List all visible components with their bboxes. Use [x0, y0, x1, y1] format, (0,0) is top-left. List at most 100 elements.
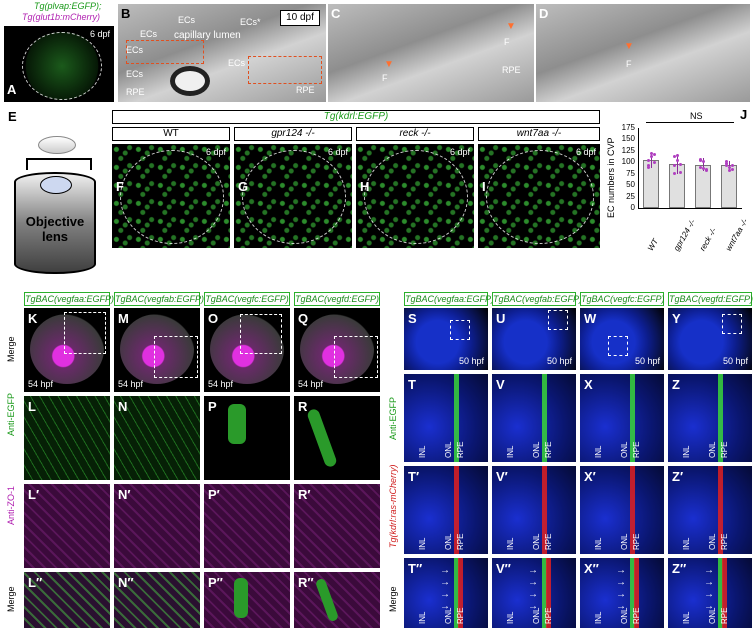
y-tick-label: 100: [621, 157, 635, 167]
panel-R-prime: R′: [294, 484, 380, 568]
panel-label: V: [496, 377, 505, 392]
panel-V′: V′ INL ONL RPE: [492, 466, 576, 554]
panel-label: V″: [496, 561, 511, 576]
panel-label: X′: [584, 469, 596, 484]
arrow-icon: →: [616, 589, 626, 600]
right-header: TgBAC(vegfab:EGFP): [492, 292, 583, 306]
panel-S: S 50 hpf: [404, 308, 488, 370]
arrow-icon: →: [528, 577, 538, 588]
layer-label: INL: [418, 445, 427, 458]
y-axis-label: EC numbers in CVP: [606, 137, 616, 218]
category-label: WT: [646, 237, 661, 252]
row-side-label: Anti-ZO-1: [6, 485, 16, 525]
ecs-label: ECs: [126, 69, 144, 79]
panel-label: Y: [672, 311, 681, 326]
stage-label: 54 hpf: [118, 379, 144, 389]
layer-label: RPE: [632, 533, 641, 550]
left-header: TgBAC(vegfab:EGFP): [114, 292, 205, 306]
arrow-icon: ▼: [506, 21, 516, 32]
category-label: reck -/-: [698, 226, 719, 252]
panel-label: T: [408, 377, 416, 392]
arrow-icon: →: [616, 601, 626, 612]
panel-G: G 6 dpf: [234, 144, 352, 248]
stage-label: 6 dpf: [89, 29, 110, 39]
layer-label: INL: [682, 445, 691, 458]
panel-label: O: [208, 311, 219, 326]
layer-label: ONL: [444, 533, 453, 550]
layer-label: INL: [506, 445, 515, 458]
panel-label: R″: [298, 575, 314, 590]
panel-label: G: [238, 179, 249, 194]
ecs-label: ECs*: [240, 17, 261, 27]
layer-label: RPE: [720, 441, 729, 458]
layer-label: INL: [506, 537, 515, 550]
panel-L-double-prime: L″: [24, 572, 110, 628]
panel-Q: Q 54 hpf: [294, 308, 380, 392]
panel-L: L: [24, 396, 110, 480]
stage-label: 50 hpf: [458, 356, 484, 366]
stage-label: 6 dpf: [327, 147, 348, 157]
panel-P: P: [204, 396, 290, 480]
layer-label: RPE: [720, 533, 729, 550]
panel-P-double-prime: P″: [204, 572, 290, 628]
panel-label: V′: [496, 469, 508, 484]
arrow-icon: →: [440, 577, 450, 588]
y-axis: [638, 128, 639, 208]
panel-label: Q: [298, 311, 309, 326]
layer-label: RPE: [456, 607, 465, 624]
panel-U: U 50 hpf: [492, 308, 576, 370]
data-point: [676, 153, 679, 157]
right-header: TgBAC(vegfc:EGFP): [580, 292, 665, 306]
x-axis: [638, 208, 742, 209]
panel-label: R′: [298, 487, 311, 502]
panel-Y: Y 50 hpf: [668, 308, 752, 370]
panel-R-double-prime: R″: [294, 572, 380, 628]
left-header: TgBAC(vegfd:EGFP): [294, 292, 380, 306]
data-point: [705, 168, 708, 172]
layer-label: INL: [418, 537, 427, 550]
panel-B: B 10 dpf ECs ECs ECs ECs* ECs ECs capill…: [118, 4, 326, 102]
ecs-label: ECs: [228, 58, 246, 68]
panel-C: C F F RPE ▼ ▼: [328, 4, 534, 102]
panel-label: L: [28, 399, 36, 414]
panel-label: X″: [584, 561, 599, 576]
y-tick-label: 75: [626, 168, 635, 178]
panel-W: W 50 hpf: [580, 308, 664, 370]
arrow-icon: →: [704, 589, 714, 600]
right-header: TgBAC(vegfd:EGFP): [668, 292, 754, 306]
ns-bracket: [645, 122, 735, 123]
stage-label: 6 dpf: [205, 147, 226, 157]
panel-label: R: [298, 399, 308, 414]
panel-Z″: Z″ INL ONL RPE → → → →: [668, 558, 752, 628]
layer-label: ONL: [444, 441, 453, 458]
arrow-icon: →: [616, 577, 626, 588]
genotype-header: reck -/-: [356, 127, 474, 141]
stage-box: 10 dpf: [280, 10, 320, 26]
panel-label: Z′: [672, 469, 684, 484]
layer-label: INL: [594, 537, 603, 550]
y-tick-label: 175: [621, 123, 635, 132]
objective-lens-label: Objective lens: [25, 214, 85, 244]
layer-label: INL: [682, 611, 691, 624]
row-side-label: Merge: [6, 336, 16, 362]
rpe-label: RPE: [296, 85, 315, 95]
rpe-label: RPE: [502, 65, 521, 75]
y-tick-label: 25: [626, 191, 635, 201]
f-label: F: [382, 73, 388, 83]
stage-label: 50 hpf: [546, 356, 572, 366]
arrow-icon: →: [440, 589, 450, 600]
panel-Z′: Z′ INL ONL RPE: [668, 466, 752, 554]
panel-label: L″: [28, 575, 43, 590]
arrow-icon: →: [440, 565, 450, 576]
layer-label: INL: [594, 445, 603, 458]
category-label: wnt7aa -/-: [724, 217, 750, 252]
arrow-icon: ▼: [624, 41, 634, 52]
panel-M: M 54 hpf: [114, 308, 200, 392]
layer-label: ONL: [620, 533, 629, 550]
kdrl-header: Tg(kdrl:EGFP): [112, 110, 600, 124]
panel-T: T INL ONL RPE: [404, 374, 488, 462]
panel-label: Z: [672, 377, 680, 392]
panel-T″: T″ INL ONL RPE → → → →: [404, 558, 488, 628]
arrow-icon: →: [528, 601, 538, 612]
layer-label: RPE: [632, 607, 641, 624]
